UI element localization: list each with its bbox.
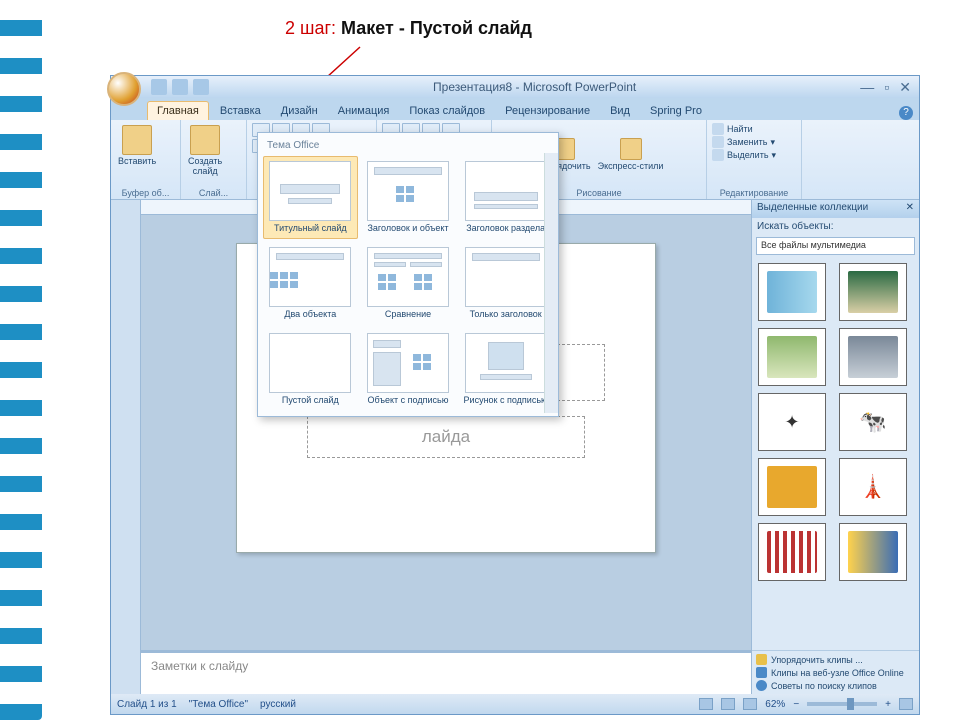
ribbon-tabs: Главная Вставка Дизайн Анимация Показ сл… — [111, 98, 919, 120]
powerpoint-window: Презентация8 - Microsoft PowerPoint — ▫ … — [110, 75, 920, 715]
help-icon[interactable]: ? — [899, 106, 913, 120]
clip-thumb[interactable]: 🗼 — [839, 458, 907, 516]
layout-title-content[interactable]: Заголовок и объект — [361, 156, 456, 239]
layout-title-slide[interactable]: Титульный слайд — [263, 156, 358, 239]
tab-design[interactable]: Дизайн — [272, 102, 327, 120]
redo-icon[interactable] — [193, 79, 209, 95]
slideshow-view-button[interactable] — [743, 698, 757, 710]
select-icon — [712, 149, 724, 161]
clipart-results: ✦ 🐄 🗼 — [752, 257, 919, 650]
tab-review[interactable]: Рецензирование — [496, 102, 599, 120]
layout-section-header[interactable]: Заголовок раздела — [458, 156, 553, 239]
tab-home[interactable]: Главная — [147, 101, 209, 120]
window-controls: — ▫ ✕ — [860, 79, 915, 96]
layout-comparison[interactable]: Сравнение — [361, 242, 456, 325]
layout-content-caption[interactable]: Объект с подписью — [361, 328, 456, 411]
clip-thumb[interactable]: ✦ — [758, 393, 826, 451]
group-slides: Слай... — [186, 186, 241, 198]
collection-select[interactable]: Все файлы мультимедиа — [756, 237, 915, 255]
find-button[interactable]: Найти — [712, 123, 776, 135]
tab-view[interactable]: Вид — [601, 102, 639, 120]
quick-access-toolbar — [151, 79, 209, 95]
layout-two-content[interactable]: Два объекта — [263, 242, 358, 325]
zoom-in-button[interactable]: + — [885, 699, 891, 710]
notes-pane[interactable]: Заметки к слайду — [141, 650, 751, 694]
clip-thumb[interactable] — [839, 523, 907, 581]
title-bar: Презентация8 - Microsoft PowerPoint — ▫ … — [111, 76, 919, 98]
zoom-value[interactable]: 62% — [765, 699, 785, 710]
annotation-step: 2 шаг: — [285, 18, 336, 38]
replace-button[interactable]: Заменить ▾ — [712, 136, 776, 148]
clip-thumb[interactable] — [758, 263, 826, 321]
select-button[interactable]: Выделить ▾ — [712, 149, 776, 161]
layout-title-only[interactable]: Только заголовок — [458, 242, 553, 325]
status-theme: "Тема Office" — [189, 699, 248, 710]
tab-insert[interactable]: Вставка — [211, 102, 270, 120]
undo-icon[interactable] — [172, 79, 188, 95]
clipart-panel: Выделенные коллекции ✕ Искать объекты: В… — [751, 200, 919, 694]
zoom-out-button[interactable]: − — [793, 699, 799, 710]
layout-blank[interactable]: Пустой слайд — [263, 328, 358, 411]
tab-slideshow[interactable]: Показ слайдов — [400, 102, 494, 120]
tab-animation[interactable]: Анимация — [329, 102, 399, 120]
zoom-slider[interactable] — [807, 702, 877, 706]
normal-view-button[interactable] — [699, 698, 713, 710]
globe-icon — [756, 667, 767, 678]
subtitle-placeholder[interactable]: лайда — [307, 416, 585, 458]
clip-thumb[interactable] — [839, 263, 907, 321]
save-icon[interactable] — [151, 79, 167, 95]
office-button[interactable] — [107, 72, 141, 106]
instruction-annotation: 2 шаг: Макет - Пустой слайд — [285, 18, 532, 39]
folder-icon — [756, 654, 767, 665]
group-clipboard: Буфер об... — [116, 186, 175, 198]
paste-button[interactable]: Вставить — [116, 123, 158, 169]
clip-thumb[interactable]: 🐄 — [839, 393, 907, 451]
window-title: Презентация8 - Microsoft PowerPoint — [209, 80, 860, 94]
replace-icon — [712, 136, 724, 148]
clip-thumb[interactable] — [758, 458, 826, 516]
fit-button[interactable] — [899, 698, 913, 710]
panel-footer: Упорядочить клипы ... Клипы на веб-узле … — [752, 650, 919, 694]
panel-close-icon[interactable]: ✕ — [906, 202, 914, 216]
annotation-text: Макет - Пустой слайд — [341, 18, 532, 38]
layout-picture-caption[interactable]: Рисунок с подписью — [458, 328, 553, 411]
clip-thumb[interactable] — [758, 523, 826, 581]
status-language[interactable]: русский — [260, 699, 296, 710]
new-slide-icon — [190, 125, 220, 155]
panel-header: Выделенные коллекции ✕ — [752, 200, 919, 218]
quick-styles-button[interactable]: Экспресс-стили — [596, 136, 666, 174]
search-label: Искать объекты: — [752, 218, 919, 235]
sorter-view-button[interactable] — [721, 698, 735, 710]
page-decoration — [0, 0, 42, 720]
restore-button[interactable]: ▫ — [884, 79, 889, 96]
clip-thumb[interactable] — [839, 328, 907, 386]
status-bar: Слайд 1 из 1 "Тема Office" русский 62% −… — [111, 694, 919, 714]
office-online-link[interactable]: Клипы на веб-узле Office Online — [756, 667, 915, 678]
gallery-title: Тема Office — [263, 138, 553, 156]
tab-spring[interactable]: Spring Pro — [641, 102, 711, 120]
new-slide-button[interactable]: Создать слайд — [186, 123, 224, 179]
close-button[interactable]: ✕ — [899, 79, 911, 96]
minimize-button[interactable]: — — [860, 79, 874, 96]
gallery-scrollbar[interactable] — [544, 153, 558, 413]
status-slide-count: Слайд 1 из 1 — [117, 699, 177, 710]
search-tips-link[interactable]: Советы по поиску клипов — [756, 680, 915, 691]
slides-panel[interactable] — [111, 200, 141, 694]
organize-clips-link[interactable]: Упорядочить клипы ... — [756, 654, 915, 665]
help-icon — [756, 680, 767, 691]
layout-gallery: Тема Office Титульный слайд Заголовок и … — [257, 132, 559, 417]
group-editing: Редактирование — [712, 186, 796, 198]
styles-icon — [620, 138, 642, 160]
find-icon — [712, 123, 724, 135]
clip-thumb[interactable] — [758, 328, 826, 386]
paste-icon — [122, 125, 152, 155]
